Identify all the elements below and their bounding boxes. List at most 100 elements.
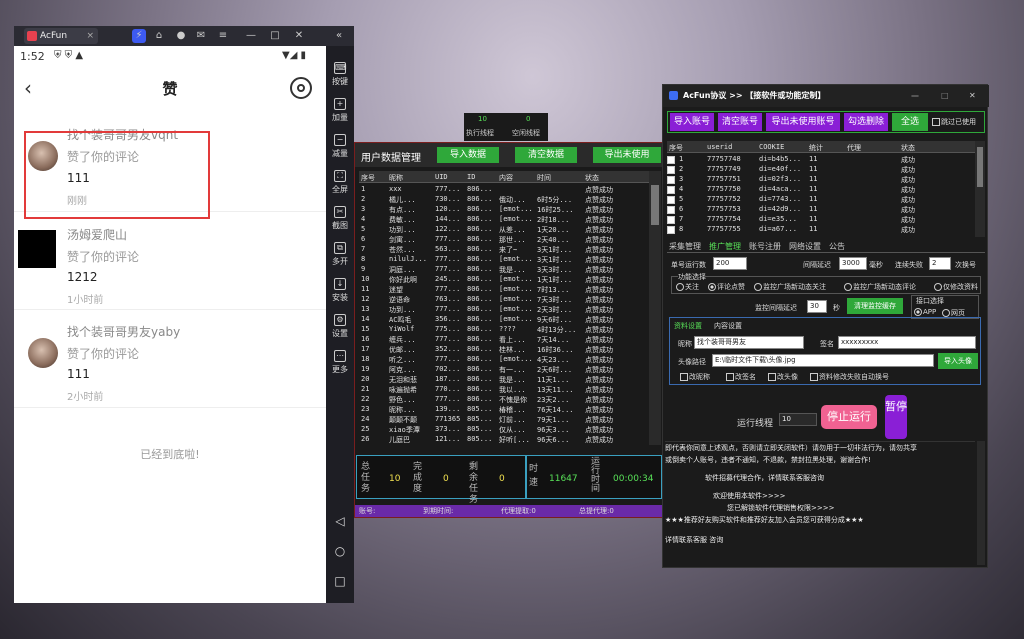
- column-header[interactable]: 统计: [809, 143, 823, 153]
- user-icon[interactable]: ●: [174, 29, 188, 43]
- table-row[interactable]: 11 迷望 777... 806... [emot... 7时13... 点赞成功: [359, 285, 649, 295]
- screenshot-button[interactable]: ✂ 截图: [326, 206, 354, 231]
- list-item[interactable]: 汤姆爱爬山 赞了你的评论 1212 1小时前: [14, 212, 326, 310]
- column-header[interactable]: 时间: [537, 173, 551, 183]
- table-row[interactable]: 2 77757749 di=e40f... 11 成功: [667, 165, 975, 175]
- install-button[interactable]: ↓ 安装: [326, 278, 354, 303]
- row-checkbox[interactable]: [667, 226, 675, 234]
- mail-icon[interactable]: ✉: [194, 29, 208, 43]
- avatar[interactable]: [28, 338, 58, 368]
- minimize-button[interactable]: —: [244, 29, 258, 43]
- minimize-button[interactable]: —: [911, 85, 919, 107]
- tab-notice[interactable]: 公告: [829, 241, 845, 252]
- avatar-path-input[interactable]: E:\临时文件下载\头像.jpg: [712, 354, 934, 367]
- row-checkbox[interactable]: [667, 166, 675, 174]
- app-icon[interactable]: ⚡: [132, 29, 146, 43]
- keymap-button[interactable]: ⌨ 按键: [326, 62, 354, 87]
- stop-button[interactable]: 停止运行: [821, 405, 877, 429]
- table-row[interactable]: 20 无泪和悲 187... 806... 我是... 11天1... 点赞成功: [359, 375, 649, 385]
- table-row[interactable]: 1 77757748 di=b4b5... 11 成功: [667, 155, 975, 165]
- column-header[interactable]: userid: [707, 143, 732, 151]
- column-header[interactable]: UID: [435, 173, 448, 181]
- table-row[interactable]: 13 功到... 777... 806... [emot... 2天3时... 点赞成功: [359, 305, 649, 315]
- table-row[interactable]: 15 YiWolf 775... 806...???? 4时13分... 点赞成功: [359, 325, 649, 335]
- multi-instance-button[interactable]: ⧉ 多开: [326, 242, 354, 267]
- table-row[interactable]: 14 AC鸣毛 356... 806... [emot... 9天6时... 点赞成功: [359, 315, 649, 325]
- nickname-input[interactable]: 找个装哥哥男友: [694, 336, 804, 349]
- settings-icon[interactable]: [290, 77, 312, 99]
- table-row[interactable]: 8 77757755 di=a67... 11 成功: [667, 225, 975, 235]
- radio-follow[interactable]: 关注: [676, 282, 699, 292]
- table-row[interactable]: 7 77757754 di=e35... 11 成功: [667, 215, 975, 225]
- tab-close-button[interactable]: ×: [86, 28, 94, 44]
- back-arrow-icon[interactable]: ‹: [24, 78, 32, 98]
- column-header[interactable]: COOKIE: [759, 143, 784, 151]
- radio-modify-profile[interactable]: 仅修改资料: [934, 282, 978, 292]
- tab-promote[interactable]: 推广管理: [709, 241, 741, 252]
- signature-input[interactable]: xxxxxxxxx: [838, 336, 976, 349]
- table-scrollbar[interactable]: [649, 171, 661, 445]
- close-button[interactable]: ✕: [292, 29, 306, 43]
- tab-register[interactable]: 账号注册: [749, 241, 781, 252]
- clear-data-button[interactable]: 清空数据: [515, 147, 577, 163]
- check-auto-switch[interactable]: 资料修改失败自动换号: [810, 372, 889, 382]
- nickname[interactable]: 找个装哥哥男友yaby: [67, 323, 180, 340]
- tab-collect[interactable]: 采集管理: [669, 241, 701, 252]
- table-row[interactable]: 18 听之... 777... 806... [emot... 4天23... 点赞成功: [359, 355, 649, 365]
- volume-up-button[interactable]: + 加量: [326, 98, 354, 123]
- maximize-button[interactable]: □: [941, 85, 949, 107]
- volume-down-button[interactable]: − 减量: [326, 134, 354, 159]
- export-unused-account-button[interactable]: 导出未使用账号: [766, 113, 840, 131]
- row-checkbox[interactable]: [667, 206, 675, 214]
- table-row[interactable]: 1 xxx 777... 806... 点赞成功: [359, 185, 649, 195]
- interval-input[interactable]: 3000: [839, 257, 867, 270]
- nav-recent-icon[interactable]: □: [326, 574, 354, 588]
- single-runs-input[interactable]: 200: [713, 257, 747, 270]
- nav-back-icon[interactable]: ◁: [326, 514, 354, 528]
- column-header[interactable]: 序号: [361, 173, 375, 183]
- table-row[interactable]: 3 77757751 di=02f3... 11 成功: [667, 175, 975, 185]
- table-row[interactable]: 6 剑寓... 777... 806... 那世... 2天40... 点赞成功: [359, 235, 649, 245]
- row-checkbox[interactable]: [667, 176, 675, 184]
- select-all-button[interactable]: 全选: [892, 113, 928, 131]
- table-row[interactable]: 21 咏遍抛希 770... 806... 我以... 13天11... 点赞成功: [359, 385, 649, 395]
- monitor-input[interactable]: 30: [807, 300, 827, 313]
- fail-input[interactable]: 2: [929, 257, 951, 270]
- collapse-button[interactable]: «: [332, 29, 346, 43]
- table-row[interactable]: 12 逆语命 763... 806... [emot... 7天3时... 点赞成功: [359, 295, 649, 305]
- column-header[interactable]: 昵称: [389, 173, 403, 183]
- account-table-scrollbar[interactable]: [975, 141, 985, 237]
- list-item[interactable]: 找个装哥哥男友yaby 赞了你的评论 111 2小时前: [14, 310, 326, 408]
- delete-checked-button[interactable]: 勾选删除: [844, 113, 888, 131]
- table-row[interactable]: 26 儿庭巴 121... 805... 好听[... 96天6... 点赞成功: [359, 435, 649, 445]
- row-checkbox[interactable]: [667, 196, 675, 204]
- check-avatar[interactable]: 改头像: [768, 372, 798, 382]
- settings-button[interactable]: ⚙ 设置: [326, 314, 354, 339]
- column-header[interactable]: 代理: [847, 143, 861, 153]
- table-row[interactable]: 19 阿克... 702... 806... 有一... 2天6时... 点赞成功: [359, 365, 649, 375]
- notice-scrollbar[interactable]: [977, 441, 985, 565]
- close-button[interactable]: ✕: [969, 85, 976, 107]
- radio-app[interactable]: APP: [914, 308, 936, 316]
- radio-monitor-follow[interactable]: 监控广场新动态关注: [754, 282, 826, 292]
- thread-input[interactable]: 10: [779, 413, 817, 426]
- table-row[interactable]: 6 77757753 di=42d9... 11 成功: [667, 205, 975, 215]
- table-row[interactable]: 17 优邮... 352... 806... 桂林... 16时36... 点赞成功: [359, 345, 649, 355]
- row-checkbox[interactable]: [667, 156, 675, 164]
- column-header[interactable]: 内容: [499, 173, 513, 183]
- table-row[interactable]: 3 有点... 120... 806... [emot... 16时25... 点赞成功: [359, 205, 649, 215]
- nickname[interactable]: 汤姆爱爬山: [67, 226, 127, 243]
- subtab-profile[interactable]: 资料设置: [674, 321, 702, 331]
- avatar[interactable]: [18, 230, 56, 268]
- pause-button[interactable]: 暂停: [885, 395, 907, 439]
- import-data-button[interactable]: 导入数据: [437, 147, 499, 163]
- row-checkbox[interactable]: [667, 186, 675, 194]
- table-row[interactable]: 16 缠兵... 777... 806... 看上... 7天14... 点赞成功: [359, 335, 649, 345]
- table-row[interactable]: 5 77757752 di=7743... 11 成功: [667, 195, 975, 205]
- table-row[interactable]: 2 橘儿... 730... 806... 俄动... 6时5分... 点赞成功: [359, 195, 649, 205]
- radio-comment-like[interactable]: 评论点赞: [708, 282, 745, 292]
- maximize-button[interactable]: □: [268, 29, 282, 43]
- import-avatar-button[interactable]: 导入头像: [938, 353, 978, 369]
- gamepad-icon[interactable]: ⌂: [152, 29, 166, 43]
- subtab-content[interactable]: 内容设置: [714, 321, 742, 331]
